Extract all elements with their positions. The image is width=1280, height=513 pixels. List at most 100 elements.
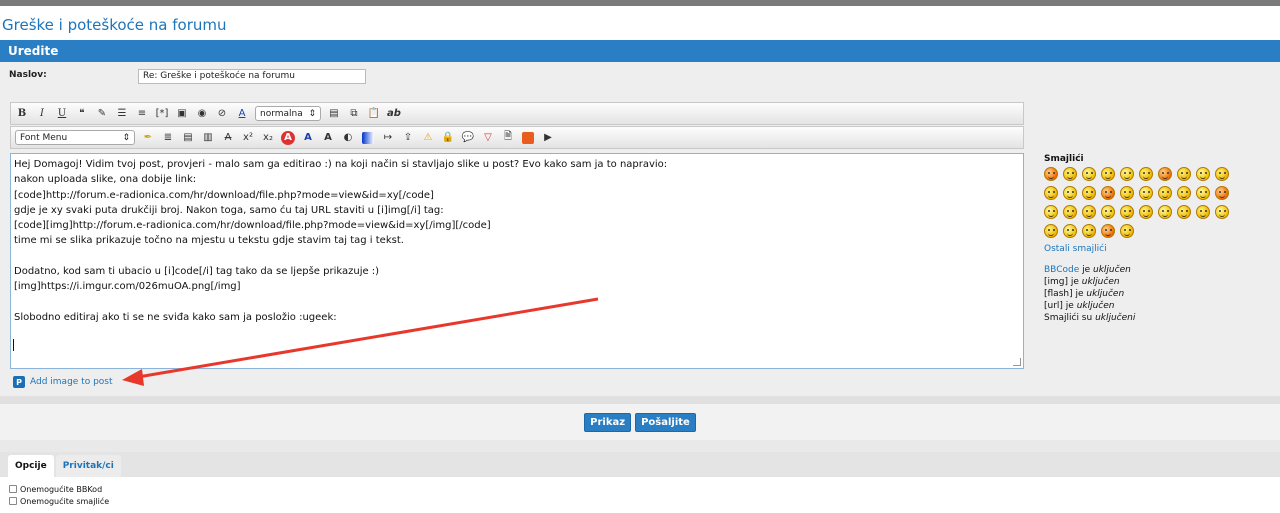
font-size-value: normalna (260, 108, 303, 119)
superscript-button[interactable]: x² (241, 131, 255, 145)
font-color-icon[interactable]: A (235, 107, 249, 121)
more-smilies-link[interactable]: Ostali smajlići (1044, 244, 1274, 254)
flash-text: [flash] je (1044, 289, 1087, 299)
quote-icon[interactable]: ❝ (75, 107, 89, 121)
spell-ab-button[interactable]: ab (387, 107, 401, 121)
editor-line: gdje je xy svaki puta drukčiji broj. Nak… (14, 204, 444, 216)
smiley-icon[interactable] (1101, 205, 1115, 219)
table-icon[interactable]: ▤ (327, 107, 341, 121)
document-icon[interactable]: 🗎 (501, 131, 515, 145)
smiley-icon[interactable] (1120, 205, 1134, 219)
flash-icon[interactable]: ⊘ (215, 107, 229, 121)
smiley-icon[interactable] (1063, 167, 1077, 181)
underline-button[interactable]: U (55, 107, 69, 121)
page-title[interactable]: Greške i poteškoće na forumu (0, 6, 1280, 40)
highlight-icon[interactable]: ✒ (141, 131, 155, 145)
smiley-icon[interactable] (1196, 167, 1210, 181)
smiley-icon[interactable] (1120, 167, 1134, 181)
smiley-icon[interactable] (1177, 186, 1191, 200)
smiley-icon[interactable] (1101, 224, 1115, 238)
option-disable-smilies[interactable]: Onemogućite smajliće (9, 495, 1271, 507)
smiley-icon[interactable] (1158, 205, 1172, 219)
checkbox[interactable] (9, 485, 17, 493)
smiley-icon[interactable] (1215, 167, 1229, 181)
smiley-icon[interactable] (1196, 205, 1210, 219)
tab-options[interactable]: Opcije (8, 455, 54, 477)
align-center-icon[interactable]: ≣ (161, 131, 175, 145)
smiley-icon[interactable] (1120, 186, 1134, 200)
postimage-icon: P (13, 376, 25, 388)
smiley-icon[interactable] (1082, 205, 1096, 219)
gradient-icon[interactable] (361, 131, 375, 145)
option-label: Onemogućite BBKod (20, 484, 103, 494)
smiley-icon[interactable] (1063, 186, 1077, 200)
smiley-icon[interactable] (1082, 167, 1096, 181)
smiley-icon[interactable] (1158, 167, 1172, 181)
fade-icon[interactable]: ◐ (341, 131, 355, 145)
smiley-icon[interactable] (1082, 186, 1096, 200)
message-editor[interactable]: Hej Domagoj! Vidim tvoj post, provjeri -… (10, 153, 1024, 369)
text-shadow-icon[interactable]: A (301, 131, 315, 145)
spoiler-icon[interactable]: ▽ (481, 131, 495, 145)
italic-button[interactable]: I (35, 107, 49, 121)
list-item-icon[interactable]: [*] (155, 107, 169, 121)
align-left-icon[interactable]: ▤ (181, 131, 195, 145)
bbcode-text: je (1079, 265, 1093, 275)
link-icon[interactable]: ◉ (195, 107, 209, 121)
font-menu-select[interactable]: Font Menu ⇕ (15, 130, 135, 145)
align-right-icon[interactable]: ▥ (201, 131, 215, 145)
smiley-icon[interactable] (1082, 224, 1096, 238)
smiley-icon[interactable] (1120, 224, 1134, 238)
bold-button[interactable]: B (15, 107, 29, 121)
flash-state: uključen (1086, 289, 1125, 299)
resize-handle[interactable] (1013, 358, 1021, 366)
smiley-icon[interactable] (1139, 205, 1153, 219)
smiley-icon[interactable] (1196, 186, 1210, 200)
option-disable-bbcode[interactable]: Onemogućite BBKod (9, 483, 1271, 495)
code-icon[interactable]: ✎ (95, 107, 109, 121)
smiley-icon[interactable] (1063, 205, 1077, 219)
play-icon[interactable]: ▶ (541, 131, 555, 145)
paste-icon[interactable]: 📋 (367, 107, 381, 121)
list-icon[interactable]: ☰ (115, 107, 129, 121)
smiley-icon[interactable] (1177, 205, 1191, 219)
smiley-icon[interactable] (1215, 205, 1229, 219)
text-glow-icon[interactable]: A (321, 131, 335, 145)
smiley-icon[interactable] (1044, 205, 1058, 219)
options-tabs: Opcije Privitak/ci (0, 452, 1280, 477)
smiley-icon[interactable] (1044, 186, 1058, 200)
smiley-icon[interactable] (1101, 186, 1115, 200)
marquee-icon[interactable]: ↦ (381, 131, 395, 145)
tab-attachments[interactable]: Privitak/ci (55, 455, 121, 477)
copy-icon[interactable]: ⧉ (347, 107, 361, 121)
smiley-icon[interactable] (1177, 167, 1191, 181)
preview-button[interactable]: Prikaz (584, 412, 632, 432)
smilies-text: Smajlići su (1044, 313, 1096, 323)
font-size-select[interactable]: normalna ⇕ (255, 106, 321, 121)
warning-icon[interactable]: ⚠ (421, 131, 435, 145)
smiley-icon[interactable] (1101, 167, 1115, 181)
smiley-icon[interactable] (1139, 167, 1153, 181)
subject-input[interactable]: Re: Greške i poteškoće na forumu (138, 69, 366, 84)
editor-line: Slobodno editiraj ako ti se ne sviđa kak… (14, 311, 337, 323)
upload-icon[interactable]: ⇪ (401, 131, 415, 145)
add-image-link[interactable]: P Add image to post (13, 376, 113, 388)
bbcode-link[interactable]: BBCode (1044, 265, 1079, 275)
youtube-icon[interactable] (521, 131, 535, 145)
subscript-button[interactable]: x₂ (261, 131, 275, 145)
checkbox[interactable] (9, 497, 17, 505)
speech-icon[interactable]: 💬 (461, 131, 475, 145)
smiley-icon[interactable] (1158, 186, 1172, 200)
strike-icon[interactable]: A (221, 131, 235, 145)
ordered-list-icon[interactable]: ≡ (135, 107, 149, 121)
image-icon[interactable]: ▣ (175, 107, 189, 121)
text-red-icon[interactable]: A (281, 130, 295, 145)
smiley-icon[interactable] (1044, 224, 1058, 238)
submit-button[interactable]: Pošaljite (635, 412, 696, 432)
smiley-icon[interactable] (1044, 167, 1058, 181)
smiley-icon[interactable] (1215, 186, 1229, 200)
img-text: [img] je (1044, 277, 1082, 287)
smiley-icon[interactable] (1139, 186, 1153, 200)
smiley-icon[interactable] (1063, 224, 1077, 238)
lock-icon[interactable]: 🔒 (441, 131, 455, 145)
